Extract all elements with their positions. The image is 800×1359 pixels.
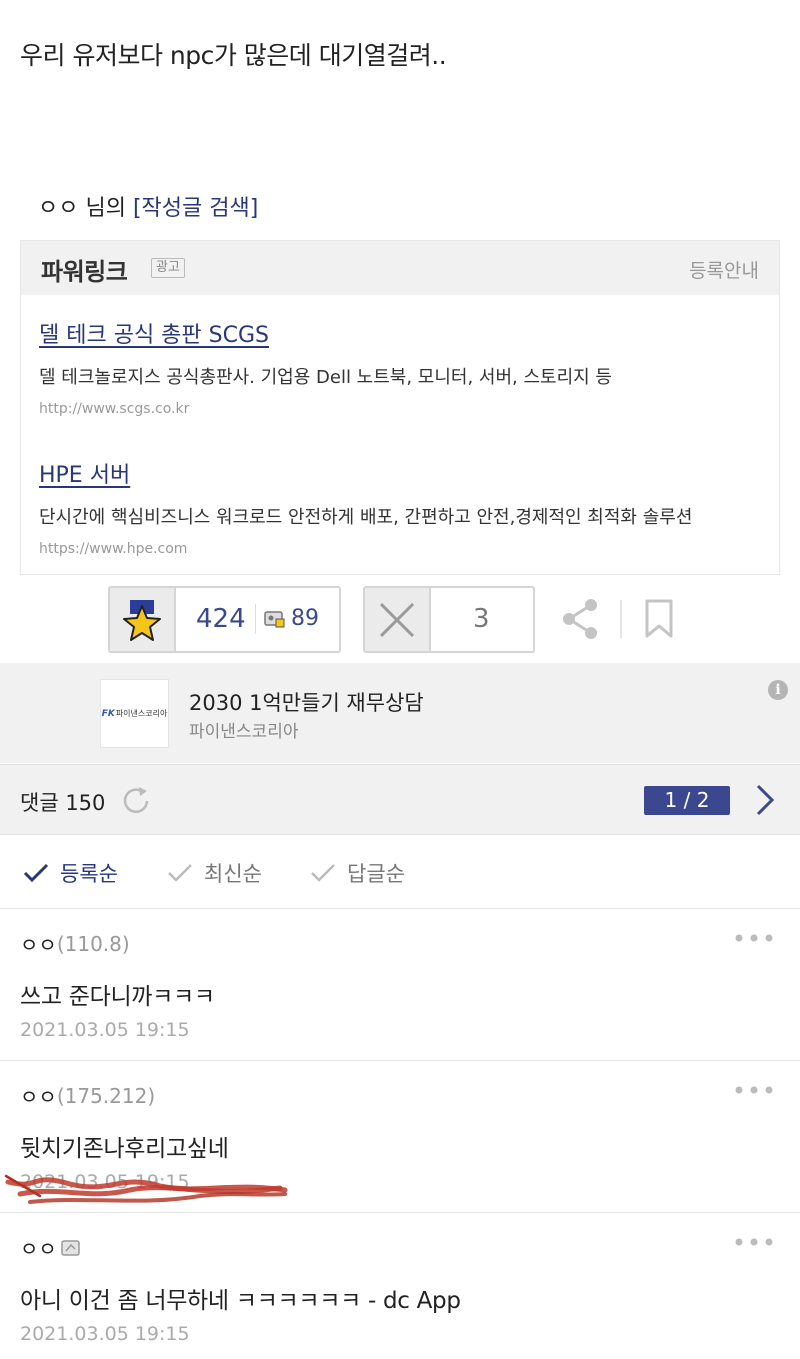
promo-logo-text: 파이낸스코리아 <box>115 709 168 718</box>
post-body-text: 우리 유저보다 npc가 많은데 대기열걸려.. <box>20 41 447 70</box>
powerlink-title: 파워링크 <box>41 258 128 286</box>
powerlink-header: 파워링크 광고 등록안내 <box>21 241 779 295</box>
fixed-upvote-count: 89 <box>291 606 319 631</box>
checkmark-icon <box>168 864 192 882</box>
sort-by-replies[interactable]: 답글순 <box>309 858 405 888</box>
fixed-upvote-group: 89 <box>264 606 319 631</box>
upvote-button[interactable]: 424 89 <box>108 586 341 653</box>
comment-author[interactable]: ㅇㅇ (110.8) <box>20 929 130 958</box>
sort-by-latest[interactable]: 최신순 <box>166 858 262 888</box>
upvote-count: 424 <box>196 604 246 634</box>
sort-label: 최신순 <box>204 862 262 886</box>
comment-author[interactable]: ㅇㅇ <box>20 1233 81 1262</box>
promo-title[interactable]: 2030 1억만들기 재무상담 <box>189 687 424 717</box>
sort-label: 답글순 <box>347 862 405 886</box>
comment-text: 뒷치기존나후리고싶네 <box>20 1136 229 1162</box>
comment-ip: (110.8) <box>56 931 130 956</box>
promo-logo: FK 파이낸스코리아 <box>100 679 169 748</box>
promo-logo-mark: FK <box>101 708 115 719</box>
comment-text: 아니 이건 좀 너무하네 ㅋㅋㅋㅋㅋㅋ - dc App <box>20 1288 461 1314</box>
more-dots-icon[interactable] <box>734 1237 774 1247</box>
more-dots-icon[interactable] <box>734 1085 774 1095</box>
comment-header-bar: 댓글 150 1 / 2 <box>0 764 800 835</box>
comment-nickname: ㅇㅇ <box>20 1085 57 1109</box>
checkmark-icon <box>311 864 335 882</box>
downvote-button[interactable]: 3 <box>363 586 535 653</box>
comment-count: 댓글 150 <box>20 791 106 815</box>
promo-subtitle: 파이낸스코리아 <box>189 722 299 742</box>
redaction-scribble <box>4 1174 288 1204</box>
ad-title-link[interactable]: 델 테크 공식 총판 SCGS <box>39 317 763 349</box>
fixed-user-icon <box>264 610 285 627</box>
x-vote-icon[interactable] <box>365 588 431 651</box>
ad-url: http://www.scgs.co.kr <box>39 401 190 417</box>
author-name: ㅇㅇ 님의 <box>38 196 133 221</box>
vote-separator <box>255 604 256 634</box>
ad-title-link[interactable]: HPE 서버 <box>39 457 763 489</box>
comment-nickname: ㅇㅇ <box>20 933 57 957</box>
register-info-link[interactable]: 등록안내 <box>689 256 759 283</box>
ad-description: 단시간에 핵심비즈니스 워크로드 안전하게 배포, 간편하고 안전,경제적인 최… <box>39 507 693 528</box>
ad-item[interactable]: 델 테크 공식 총판 SCGS 델 테크놀로지스 공식총판사. 기업용 Dell… <box>39 317 763 417</box>
bookmark-icon[interactable] <box>644 599 674 639</box>
sort-label: 등록순 <box>60 862 118 886</box>
comment-ip: (175.212) <box>56 1083 156 1108</box>
star-vote-icon[interactable] <box>110 588 176 651</box>
ad-badge: 광고 <box>151 258 185 278</box>
comment-nickname: ㅇㅇ <box>20 1237 57 1261</box>
comment-date: 2021.03.05 19:15 <box>20 1019 190 1041</box>
chevron-right-icon[interactable] <box>755 783 775 817</box>
author-line: ㅇㅇ 님의 [작성글 검색] <box>38 190 258 222</box>
powerlink-ad-box: 파워링크 광고 등록안내 델 테크 공식 총판 SCGS 델 테크놀로지스 공식… <box>20 240 780 575</box>
info-icon[interactable]: i <box>768 680 788 700</box>
page-indicator: 1 / 2 <box>644 786 730 815</box>
downvote-count: 3 <box>473 604 490 634</box>
checkmark-icon <box>23 863 49 883</box>
comment-text: 쓰고 준다니까ㅋㅋㅋ <box>20 984 215 1010</box>
action-separator <box>620 600 622 638</box>
ad-url: https://www.hpe.com <box>39 541 188 557</box>
comment-author[interactable]: ㅇㅇ (175.212) <box>20 1081 155 1110</box>
author-search-link[interactable]: [작성글 검색] <box>133 196 258 221</box>
comment-item: ㅇㅇ (110.8) 쓰고 준다니까ㅋㅋㅋ 2021.03.05 19:15 <box>0 909 800 1061</box>
sort-by-registration[interactable]: 등록순 <box>22 858 118 888</box>
refresh-icon[interactable] <box>120 785 152 817</box>
more-dots-icon[interactable] <box>734 933 774 943</box>
ad-description: 델 테크놀로지스 공식총판사. 기업용 Dell 노트북, 모니터, 서버, 스… <box>39 367 612 388</box>
share-icon[interactable] <box>561 598 601 640</box>
comment-item: ㅇㅇ 아니 이건 좀 너무하네 ㅋㅋㅋㅋㅋㅋ - dc App 2021.03.… <box>0 1213 800 1359</box>
comment-date: 2021.03.05 19:15 <box>20 1323 190 1345</box>
member-badge-icon <box>61 1239 80 1256</box>
ad-item[interactable]: HPE 서버 단시간에 핵심비즈니스 워크로드 안전하게 배포, 간편하고 안전… <box>39 457 763 557</box>
promo-banner[interactable]: FK 파이낸스코리아 2030 1억만들기 재무상담 파이낸스코리아 i <box>0 663 800 763</box>
